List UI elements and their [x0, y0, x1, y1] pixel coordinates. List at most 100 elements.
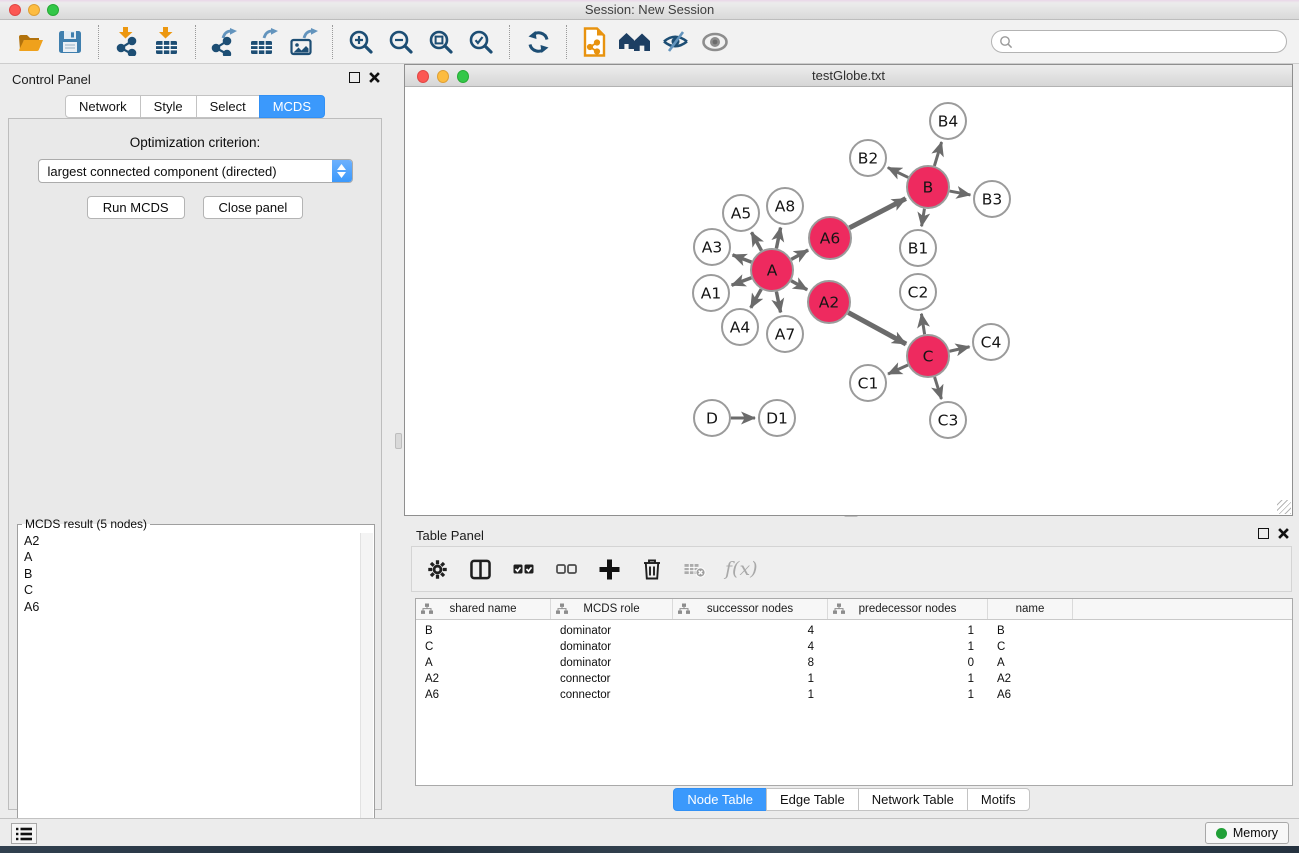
column-header-MCDS-role[interactable]: MCDS role — [551, 599, 673, 619]
graph-node-A[interactable]: A — [751, 249, 793, 291]
graph-node-B1[interactable]: B1 — [900, 230, 936, 266]
graph-node-C[interactable]: C — [907, 335, 949, 377]
table-row[interactable]: Adominator80A — [416, 655, 1292, 671]
graph-node-A6[interactable]: A6 — [809, 217, 851, 259]
column-header-shared-name[interactable]: shared name — [416, 599, 551, 619]
mcds-result-item[interactable]: B — [19, 566, 360, 582]
zoom-out-button[interactable] — [381, 24, 421, 60]
mcds-result-item[interactable]: A2 — [19, 533, 360, 549]
function-builder-button[interactable]: f(x) — [725, 556, 758, 582]
mcds-result-item[interactable]: A6 — [19, 599, 360, 615]
zoom-selected-button[interactable] — [461, 24, 501, 60]
table-row[interactable]: Bdominator41B — [416, 623, 1292, 639]
run-mcds-button[interactable]: Run MCDS — [87, 196, 185, 219]
graph-edge-A6-B[interactable] — [850, 199, 906, 228]
cyndex-button[interactable] — [575, 24, 615, 60]
zoom-in-button[interactable] — [341, 24, 381, 60]
graph-node-A5[interactable]: A5 — [723, 195, 759, 231]
graph-node-D[interactable]: D — [694, 400, 730, 436]
close-panel-button[interactable]: Close panel — [203, 196, 304, 219]
graph-edge-A-A4[interactable] — [751, 289, 761, 308]
criterion-dropdown[interactable]: largest connected component (directed) — [38, 159, 353, 183]
graph-edge-B-B3[interactable] — [950, 191, 971, 195]
graph-edge-B-B2[interactable] — [888, 168, 908, 178]
graph-node-B4[interactable]: B4 — [930, 103, 966, 139]
export-image-button[interactable] — [284, 24, 324, 60]
add-row-button[interactable] — [596, 556, 622, 582]
tab-mcds[interactable]: MCDS — [259, 95, 325, 118]
minimize-window-button[interactable] — [28, 4, 40, 16]
import-table-button[interactable] — [147, 24, 187, 60]
table-row[interactable]: A2connector11A2 — [416, 671, 1292, 687]
delete-table-button[interactable] — [682, 556, 708, 582]
zoom-window-button[interactable] — [47, 4, 59, 16]
tab-style[interactable]: Style — [140, 95, 197, 118]
network-maximize-button[interactable] — [457, 70, 469, 83]
graph-edge-C-C3[interactable] — [935, 377, 942, 399]
tab-select[interactable]: Select — [196, 95, 260, 118]
column-header-name[interactable]: name — [988, 599, 1073, 619]
graph-edge-A-A3[interactable] — [733, 255, 752, 262]
float-panel-icon[interactable] — [349, 72, 360, 83]
export-table-button[interactable] — [244, 24, 284, 60]
graph-edge-B-B4[interactable] — [934, 142, 941, 166]
zoom-fit-button[interactable] — [421, 24, 461, 60]
graph-node-A7[interactable]: A7 — [767, 316, 803, 352]
window-resize-grip[interactable] — [1277, 500, 1291, 514]
close-panel-icon[interactable] — [369, 72, 380, 83]
network-vertical-scrollbar[interactable] — [395, 433, 402, 449]
graph-edge-A-A6[interactable] — [791, 250, 808, 259]
search-input[interactable] — [1013, 32, 1286, 51]
unselect-all-rows-button[interactable] — [553, 556, 579, 582]
table-row[interactable]: Cdominator41C — [416, 639, 1292, 655]
graph-node-B2[interactable]: B2 — [850, 140, 886, 176]
graph-node-D1[interactable]: D1 — [759, 400, 795, 436]
graph-node-B[interactable]: B — [907, 166, 949, 208]
result-scrollbar[interactable] — [360, 533, 373, 851]
tab-edge-table[interactable]: Edge Table — [766, 788, 859, 811]
tab-network-table[interactable]: Network Table — [858, 788, 968, 811]
table-row[interactable]: A6connector11A6 — [416, 687, 1292, 703]
tab-network[interactable]: Network — [65, 95, 141, 118]
open-session-button[interactable] — [10, 24, 50, 60]
graph-edge-A-A2[interactable] — [791, 281, 807, 290]
graph-node-B3[interactable]: B3 — [974, 181, 1010, 217]
mcds-result-item[interactable]: A — [19, 549, 360, 565]
task-history-button[interactable] — [11, 823, 37, 844]
home-networks-button[interactable] — [615, 24, 655, 60]
graph-node-A4[interactable]: A4 — [722, 309, 758, 345]
search-box[interactable] — [991, 30, 1287, 53]
delete-row-button[interactable] — [639, 556, 665, 582]
column-header-successor-nodes[interactable]: successor nodes — [673, 599, 828, 619]
export-network-button[interactable] — [204, 24, 244, 60]
network-minimize-button[interactable] — [437, 70, 449, 83]
tab-motifs[interactable]: Motifs — [967, 788, 1030, 811]
network-canvas[interactable]: AA1A2A3A4A5A6A7A8BB1B2B3B4CC1C2C3C4DD1 — [405, 87, 1292, 515]
graph-node-C2[interactable]: C2 — [900, 274, 936, 310]
graph-node-A2[interactable]: A2 — [808, 281, 850, 323]
graph-node-C1[interactable]: C1 — [850, 365, 886, 401]
memory-button[interactable]: Memory — [1205, 822, 1289, 844]
close-panel-icon[interactable] — [1278, 528, 1289, 539]
select-all-rows-button[interactable] — [510, 556, 536, 582]
refresh-view-button[interactable] — [518, 24, 558, 60]
float-panel-icon[interactable] — [1258, 528, 1269, 539]
graph-node-A1[interactable]: A1 — [693, 275, 729, 311]
graph-edge-C-C1[interactable] — [888, 365, 908, 374]
hide-selected-button[interactable] — [655, 24, 695, 60]
column-header-predecessor-nodes[interactable]: predecessor nodes — [828, 599, 988, 619]
import-network-button[interactable] — [107, 24, 147, 60]
graph-node-C4[interactable]: C4 — [973, 324, 1009, 360]
graph-edge-A-A8[interactable] — [776, 228, 780, 249]
table-settings-button[interactable] — [424, 556, 450, 582]
graph-edge-A-A7[interactable] — [776, 292, 780, 313]
graph-node-A3[interactable]: A3 — [694, 229, 730, 265]
graph-edge-C-C4[interactable] — [949, 347, 969, 351]
graph-edge-A2-C[interactable] — [848, 313, 906, 344]
mcds-result-item[interactable]: C — [19, 582, 360, 598]
graph-node-A8[interactable]: A8 — [767, 188, 803, 224]
graph-edge-A-A1[interactable] — [732, 278, 752, 285]
show-all-button[interactable] — [695, 24, 735, 60]
network-close-button[interactable] — [417, 70, 429, 83]
network-window-titlebar[interactable]: testGlobe.txt — [405, 65, 1292, 87]
